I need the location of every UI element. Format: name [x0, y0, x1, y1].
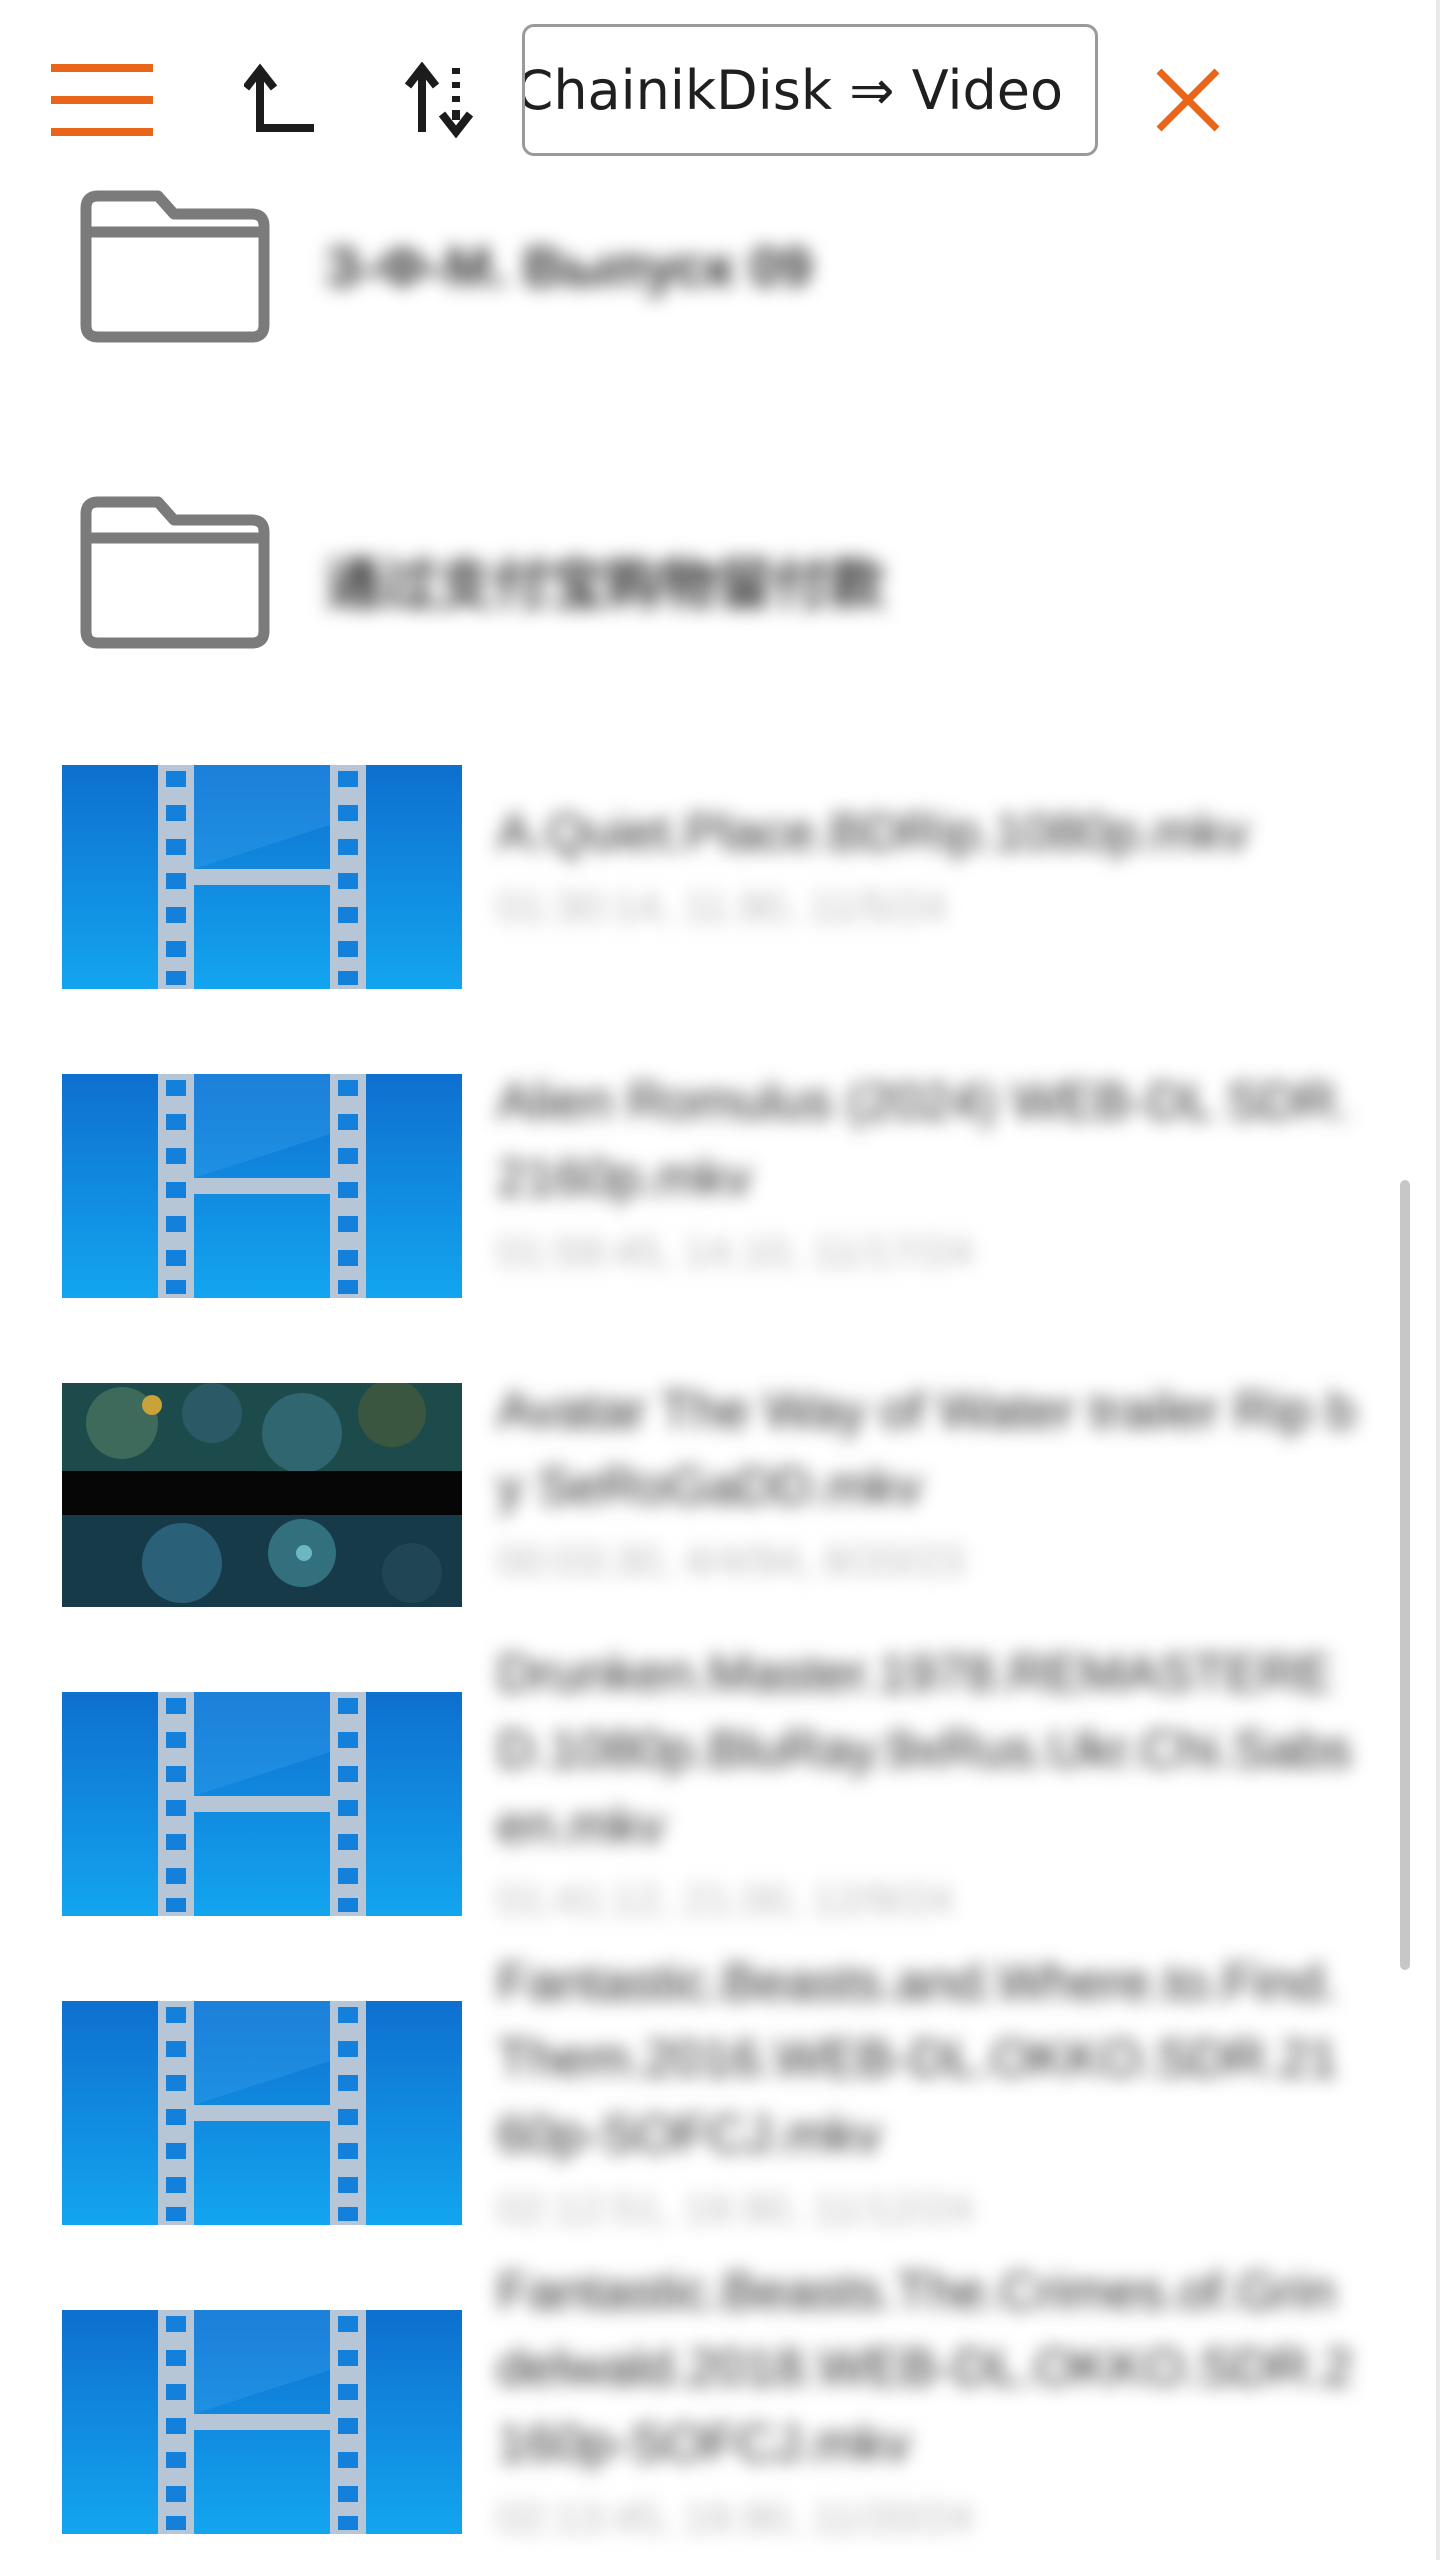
- video-meta: 01:59:45, 14.10, 11/17/24: [497, 1228, 973, 1275]
- close-x-icon: [1156, 68, 1220, 132]
- video-meta: 02:13:45, 19.90, 11/20/24: [497, 2494, 973, 2541]
- video-meta: 01:30:14, 11.90, 11/5/24: [497, 883, 947, 930]
- video-thumbnail-icon: [62, 2001, 462, 2225]
- video-row[interactable]: Fantastic.Beasts.The.Crimes.of.Grindelwa…: [0, 2263, 1400, 2560]
- parent-folder-button[interactable]: [222, 50, 342, 150]
- sort-arrows-icon: [404, 62, 474, 138]
- movie-frame-thumbnail: [62, 1383, 462, 1607]
- menu-button[interactable]: [42, 50, 162, 150]
- video-name: A.Quiet.Place.BDRip.1080p.mkv: [497, 804, 1249, 862]
- folder-icon: [80, 496, 270, 649]
- video-meta: 01:41:12, 21.00, 12/9/24: [497, 1876, 953, 1923]
- parent-folder-arrow-icon: [244, 63, 314, 132]
- top-toolbar: ChainikDisk ⇒ Video: [0, 0, 1436, 180]
- video-text: Fantastic.Beasts.The.Crimes.of.Grindelwa…: [497, 2254, 1357, 2548]
- sort-button[interactable]: [382, 50, 502, 150]
- video-thumbnail-icon: [62, 765, 462, 989]
- folder-name: З-Ф-М. Выпуск 09: [325, 235, 812, 298]
- scrollbar-thumb[interactable]: [1400, 1180, 1410, 1970]
- video-text: Avatar The Way of Water trailer Rip by S…: [497, 1373, 1357, 1591]
- video-text: A.Quiet.Place.BDRip.1080p.mkv 01:30:14, …: [497, 795, 1357, 937]
- video-name: Fantastic.Beasts.and.Where.to.Find.Them.…: [497, 1954, 1339, 2164]
- video-name: Avatar The Way of Water trailer Rip by S…: [497, 1382, 1356, 1516]
- file-browser-screen: ChainikDisk ⇒ Video З-Ф-М. Выпуск 09 通过支…: [0, 0, 1440, 2560]
- video-thumbnail-icon: [62, 2310, 462, 2534]
- video-thumbnail-icon: [62, 1692, 462, 1916]
- video-thumbnail-icon: [62, 1074, 462, 1298]
- video-row[interactable]: A.Quiet.Place.BDRip.1080p.mkv 01:30:14, …: [0, 765, 1400, 1065]
- video-text: Fantastic.Beasts.and.Where.to.Find.Them.…: [497, 1945, 1357, 2239]
- current-path-text: ChainikDisk ⇒ Video: [522, 58, 1063, 122]
- folder-name: 通过支付宝购物留付款: [325, 553, 885, 616]
- video-name: Drunken.Master.1978.REMASTERED.1080p.Blu…: [497, 1645, 1352, 1855]
- video-name: Alien Romulus (2024) WEB-DL SDR.2160p.mk…: [497, 1073, 1351, 1207]
- video-meta: 00:03:30, 4/4/94, 8/20/23: [497, 1537, 965, 1584]
- folder-row[interactable]: 通过支付宝购物留付款: [0, 490, 1400, 740]
- video-name: Fantastic.Beasts.The.Crimes.of.Grindelwa…: [497, 2263, 1353, 2473]
- window-edge: [1436, 0, 1440, 2560]
- hamburger-menu-icon: [51, 64, 153, 136]
- close-button[interactable]: [1128, 50, 1248, 150]
- folder-row[interactable]: З-Ф-М. Выпуск 09: [0, 180, 1400, 430]
- video-meta: 02:12:51, 19.90, 11/12/24: [497, 2185, 973, 2232]
- folder-icon: [80, 190, 270, 343]
- video-text: Alien Romulus (2024) WEB-DL SDR.2160p.mk…: [497, 1064, 1357, 1282]
- video-text: Drunken.Master.1978.REMASTERED.1080p.Blu…: [497, 1636, 1357, 1930]
- current-path-field[interactable]: ChainikDisk ⇒ Video: [522, 24, 1098, 156]
- video-row[interactable]: Alien Romulus (2024) WEB-DL SDR.2160p.mk…: [0, 1073, 1400, 1374]
